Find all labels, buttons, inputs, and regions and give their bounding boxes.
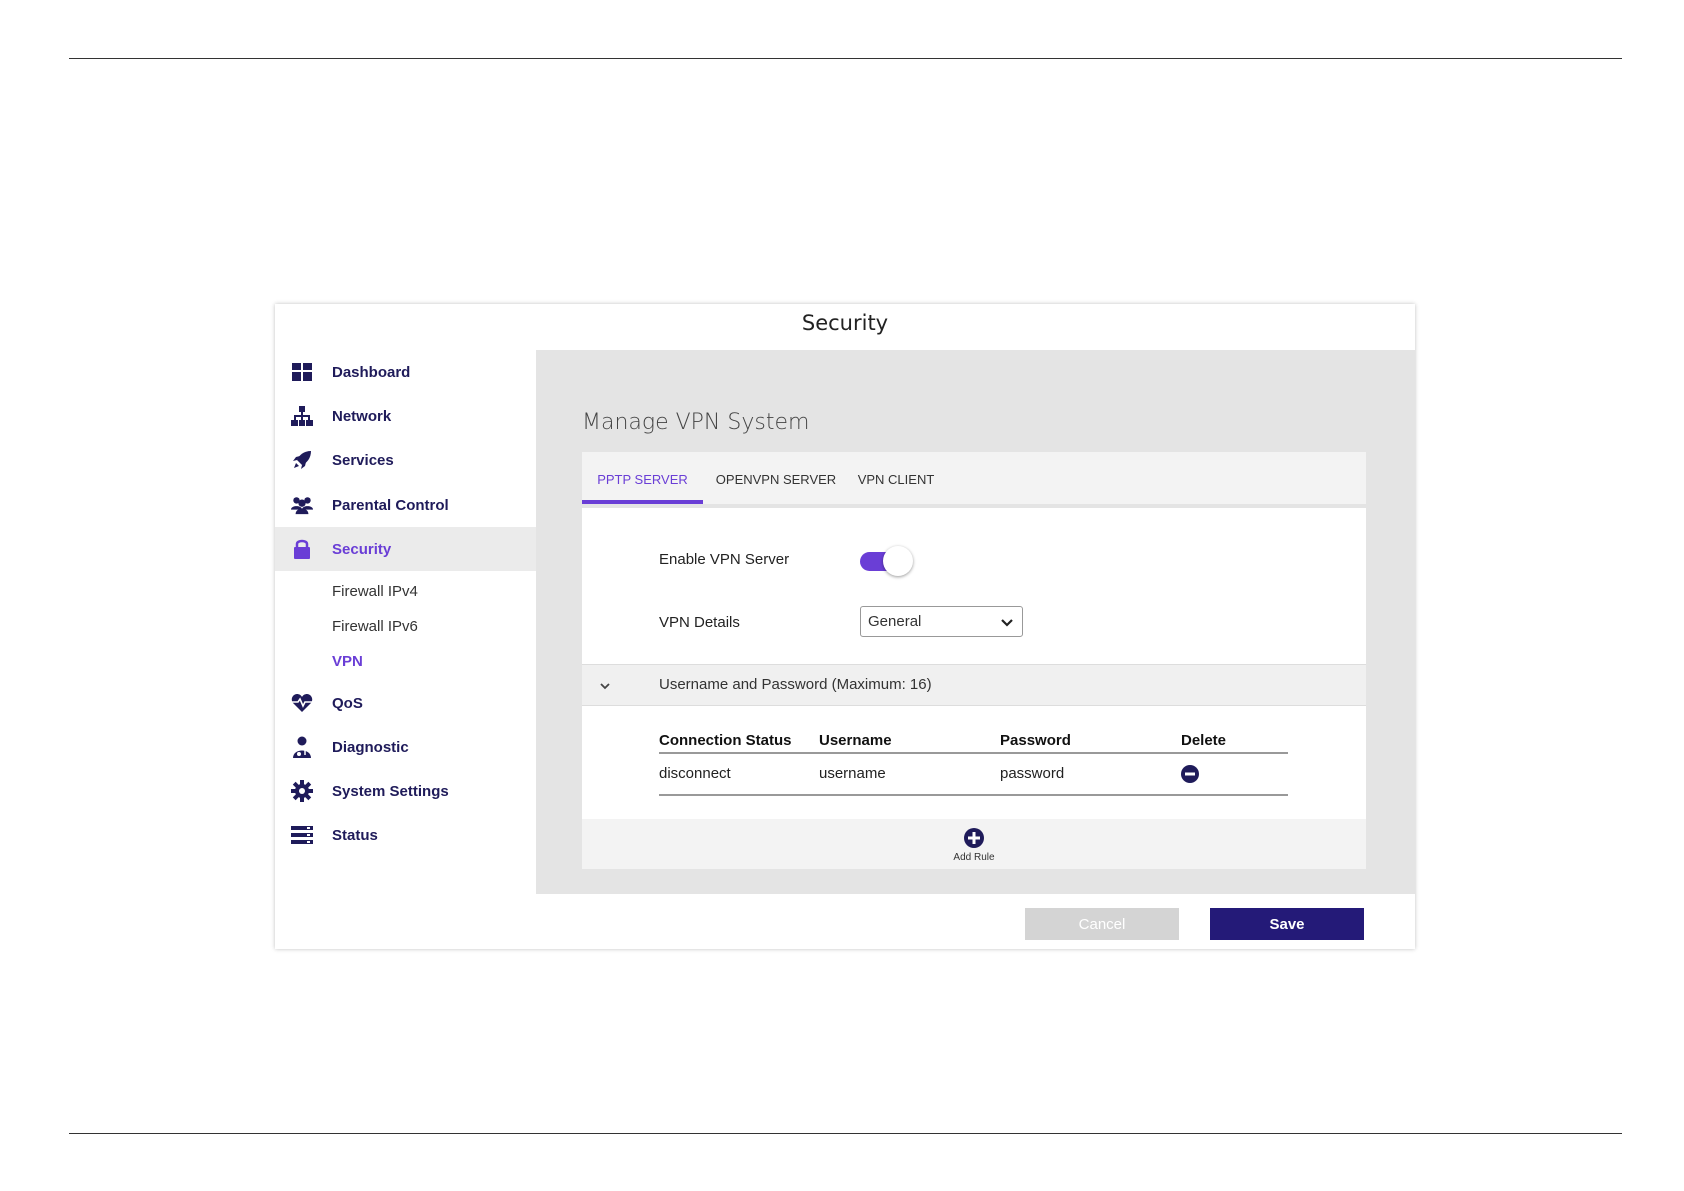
lock-icon bbox=[291, 538, 313, 560]
enable-vpn-toggle[interactable] bbox=[860, 546, 913, 576]
tab-vpn-client[interactable]: VPN CLIENT bbox=[848, 452, 944, 504]
server-icon bbox=[291, 824, 313, 846]
sidebar-item-label: Parental Control bbox=[332, 496, 449, 514]
add-rule-plus-icon[interactable] bbox=[963, 827, 985, 849]
heartbeat-icon bbox=[291, 692, 313, 714]
doctor-icon bbox=[291, 736, 313, 758]
sidebar-item-services[interactable]: Services bbox=[275, 438, 536, 482]
sidebar-item-qos[interactable]: QoS bbox=[275, 681, 536, 725]
top-rule bbox=[69, 58, 1622, 59]
col-username: Username bbox=[819, 732, 892, 749]
tab-bar: PPTP SERVER OPENVPN SERVER VPN CLIENT bbox=[582, 452, 1366, 504]
accordion-label: Username and Password (Maximum: 16) bbox=[659, 676, 932, 693]
sidebar-item-status[interactable]: Status bbox=[275, 813, 536, 857]
users-icon bbox=[291, 494, 313, 516]
sidebar-item-label: Status bbox=[332, 826, 378, 844]
sidebar-item-label: Diagnostic bbox=[332, 738, 409, 756]
add-rule-area: Add Rule bbox=[582, 819, 1366, 869]
sidebar-item-label: System Settings bbox=[332, 782, 449, 800]
sidebar-item-label: Security bbox=[332, 540, 392, 558]
sidebar-item-security[interactable]: Security bbox=[275, 527, 536, 571]
col-password: Password bbox=[1000, 732, 1071, 749]
dashboard-icon bbox=[291, 361, 313, 383]
col-connection-status: Connection Status bbox=[659, 732, 792, 749]
vpn-details-select[interactable]: General bbox=[860, 606, 1023, 637]
main-content: Manage VPN System PPTP SERVER OPENVPN SE… bbox=[536, 350, 1415, 894]
cell-password: password bbox=[1000, 765, 1065, 782]
credentials-table: Connection Status Username Password Dele… bbox=[659, 728, 1288, 796]
sidebar-item-system-settings[interactable]: System Settings bbox=[275, 769, 536, 813]
table-header: Connection Status Username Password Dele… bbox=[659, 728, 1288, 754]
section-title: Manage VPN System bbox=[582, 410, 810, 435]
toggle-knob bbox=[883, 546, 913, 576]
sidebar-item-label: QoS bbox=[332, 694, 363, 712]
enable-vpn-label: Enable VPN Server bbox=[659, 551, 790, 568]
sidebar-item-diagnostic[interactable]: Diagnostic bbox=[275, 725, 536, 769]
bottom-rule bbox=[69, 1133, 1622, 1134]
sidebar-subitem-firewall-ipv6[interactable]: Firewall IPv6 bbox=[332, 618, 418, 635]
cell-connection-status: disconnect bbox=[659, 765, 731, 782]
chevron-down-icon bbox=[598, 679, 612, 693]
vpn-settings-form: Enable VPN Server VPN Details General bbox=[582, 508, 1366, 664]
rocket-icon bbox=[291, 449, 313, 471]
sidebar-item-dashboard[interactable]: Dashboard bbox=[275, 350, 536, 394]
tab-pptp-server[interactable]: PPTP SERVER bbox=[582, 452, 703, 504]
vpn-details-label: VPN Details bbox=[659, 614, 740, 631]
gear-icon bbox=[291, 780, 313, 802]
page-title: Security bbox=[801, 311, 889, 335]
table-row: disconnect username password bbox=[659, 754, 1288, 796]
tab-openvpn-server[interactable]: OPENVPN SERVER bbox=[715, 452, 837, 504]
add-rule-label[interactable]: Add Rule bbox=[582, 852, 1366, 863]
sidebar-item-label: Network bbox=[332, 407, 392, 425]
sidebar-item-label: Dashboard bbox=[332, 363, 411, 381]
sidebar-item-parental-control[interactable]: Parental Control bbox=[275, 483, 536, 527]
cancel-button[interactable]: Cancel bbox=[1025, 908, 1179, 940]
credentials-accordion[interactable]: Username and Password (Maximum: 16) bbox=[582, 664, 1366, 706]
vpn-details-value: General bbox=[868, 613, 922, 630]
chevron-down-icon bbox=[1000, 616, 1014, 630]
credentials-table-area: Connection Status Username Password Dele… bbox=[582, 706, 1366, 819]
sidebar-subitem-firewall-ipv4[interactable]: Firewall IPv4 bbox=[332, 583, 418, 600]
sidebar-subitem-vpn[interactable]: VPN bbox=[332, 653, 363, 670]
cell-username: username bbox=[819, 765, 886, 782]
col-delete: Delete bbox=[1181, 732, 1227, 749]
sidebar-item-label: Services bbox=[332, 451, 394, 469]
router-ui-window: Security Dashboard Network Services Pare… bbox=[275, 304, 1415, 949]
save-button[interactable]: Save bbox=[1210, 908, 1364, 940]
sidebar-item-network[interactable]: Network bbox=[275, 394, 536, 438]
vpn-panel: PPTP SERVER OPENVPN SERVER VPN CLIENT En… bbox=[582, 452, 1366, 869]
sidebar: Dashboard Network Services Parental Cont… bbox=[275, 350, 536, 903]
network-icon bbox=[291, 405, 313, 427]
delete-row-icon[interactable] bbox=[1181, 765, 1199, 783]
